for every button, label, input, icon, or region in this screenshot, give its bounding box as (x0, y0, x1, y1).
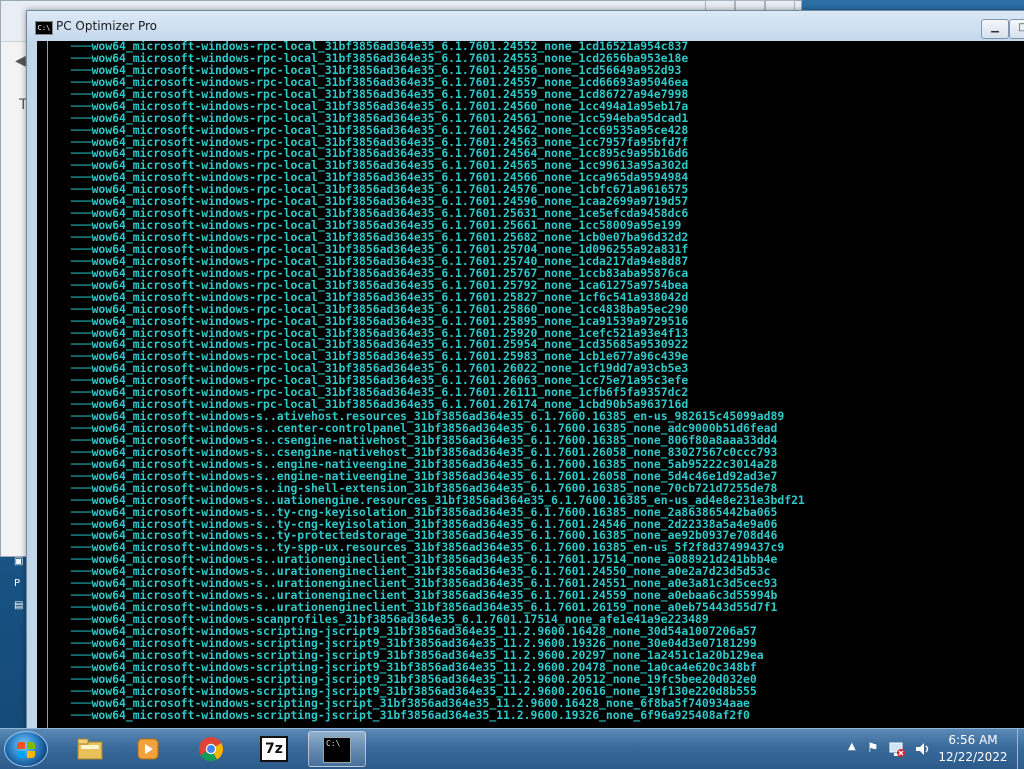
start-button[interactable] (4, 731, 48, 767)
taskbar-7zip-button[interactable]: 7z (246, 731, 304, 767)
tree-branch-line (47, 41, 48, 731)
7zip-icon: 7z (260, 736, 288, 762)
action-center-icon[interactable]: ⚑ (867, 741, 879, 756)
chrome-icon (199, 737, 224, 762)
network-icon[interactable] (888, 740, 906, 758)
back-arrow-icon[interactable]: ◀ (15, 53, 26, 69)
taskbar-explorer-button[interactable] (62, 731, 120, 767)
taskbar-chrome-button[interactable] (183, 731, 241, 767)
taskbar-cmd-button[interactable]: C:\ (308, 731, 366, 767)
show-hidden-icons-arrow[interactable]: ▲ (848, 741, 856, 752)
minimize-button[interactable]: ▁ (981, 19, 1009, 39)
cmd-icon: C:\ (35, 21, 53, 35)
title-bar[interactable]: C:\ PC Optimizer Pro ▁ □ (27, 11, 1024, 41)
show-desktop-button[interactable] (1017, 729, 1024, 769)
taskbar: 7z C:\ ▲ ⚑ 6:56 AM 12/22/2022 (0, 728, 1024, 769)
console-output[interactable]: ───wow64_microsoft-windows-rpc-local_31b… (37, 41, 1024, 731)
maximize-button[interactable]: □ (1009, 19, 1024, 39)
console-line: ───wow64_microsoft-windows-scripting-jsc… (71, 707, 750, 722)
clock-date: 12/22/2022 (938, 750, 1008, 764)
folder-icon (77, 738, 103, 760)
clock[interactable]: 6:56 AM 12/22/2022 (930, 732, 1016, 766)
windows-logo-icon (17, 742, 35, 758)
cmd-taskbar-icon: C:\ (323, 737, 351, 763)
clock-time: 6:56 AM (948, 733, 998, 747)
taskbar-media-player-button[interactable] (120, 731, 178, 767)
console-lines: ───wow64_microsoft-windows-rpc-local_31b… (71, 41, 805, 721)
window-title: PC Optimizer Pro (56, 19, 158, 33)
window-frame (27, 41, 37, 731)
media-player-icon (137, 738, 159, 760)
console-window[interactable]: C:\ PC Optimizer Pro ▁ □ ───wow64_micros… (26, 10, 1024, 732)
